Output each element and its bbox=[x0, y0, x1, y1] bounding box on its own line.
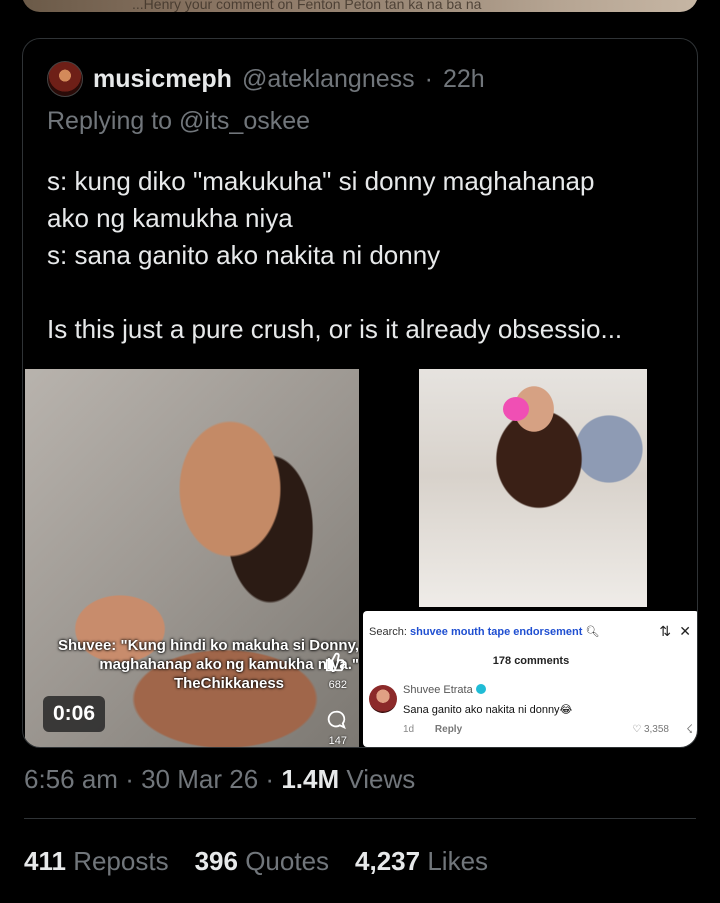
caption-line-2: maghahanap ako ng kamukha niya." bbox=[99, 656, 359, 673]
comment-reply-label: Reply bbox=[434, 724, 463, 735]
commenter-avatar bbox=[369, 685, 397, 713]
sort-icon: ⇅ bbox=[659, 623, 671, 639]
tweet-line-5: Is this just a pure crush, or is it alre… bbox=[47, 314, 623, 344]
handle[interactable]: @ateklangness bbox=[242, 65, 415, 94]
search-label: Search: bbox=[369, 626, 407, 638]
post-time: 6:56 am bbox=[24, 764, 118, 794]
video-caption: Shuvee: "Kung hindi ko makuha si Donny, … bbox=[39, 636, 359, 693]
comment-bubble-icon bbox=[327, 710, 346, 730]
video-thumbnail[interactable]: Shuvee: "Kung hindi ko makuha si Donny, … bbox=[25, 369, 359, 747]
reposts-stat[interactable]: 411 Reposts bbox=[24, 846, 169, 877]
replying-to-line: Replying to @its_oskee bbox=[47, 107, 310, 136]
post-timestamp[interactable]: 6:56 am · 30 Mar 26 · 1.4M Views bbox=[24, 764, 415, 795]
commenter-name-text: Shuvee Etrata bbox=[403, 684, 473, 696]
replying-to-mention[interactable]: @its_oskee bbox=[179, 107, 310, 135]
comment-screenshot[interactable]: Search: shuvee mouth tape endorsement 🔍︎… bbox=[363, 611, 697, 747]
quoted-tweet-card[interactable]: musicmeph @ateklangness · 22h Replying t… bbox=[22, 38, 698, 748]
views-count: 1.4M bbox=[281, 764, 340, 794]
close-icon: ✕ bbox=[679, 623, 691, 639]
likes-label: Likes bbox=[427, 846, 489, 876]
heart-icon: ♡ bbox=[632, 724, 642, 735]
views-label: Views bbox=[346, 764, 416, 794]
likes-count: 4,237 bbox=[355, 846, 421, 876]
tweet-line-3: s: sana ganito ako nakita ni donny bbox=[47, 240, 441, 270]
comment-likes: ♡ 3,358 bbox=[632, 724, 669, 735]
caption-credit: TheChikkaness bbox=[173, 675, 285, 692]
quotes-label: Quotes bbox=[245, 846, 330, 876]
photo-thumbnail[interactable] bbox=[419, 369, 647, 607]
comment-likes-count: 3,358 bbox=[643, 724, 669, 735]
reposts-count: 411 bbox=[24, 846, 66, 876]
avatar[interactable] bbox=[47, 61, 83, 97]
quotes-count: 396 bbox=[194, 846, 238, 876]
tweet-line-1: s: kung diko "makukuha" si donny maghaha… bbox=[47, 166, 595, 196]
commenter-name: Shuvee Etrata bbox=[403, 684, 486, 696]
video-comment-count: 147 bbox=[328, 735, 347, 747]
video-like-count: 682 bbox=[328, 679, 347, 691]
post-date: 30 Mar 26 bbox=[141, 764, 259, 794]
video-duration-badge: 0:06 bbox=[43, 696, 106, 732]
comment-search-bar: Search: shuvee mouth tape endorsement 🔍︎ bbox=[369, 625, 599, 638]
previous-media-text: ...Henry your comment on Fenton Peton ta… bbox=[132, 0, 482, 12]
censor-mark bbox=[503, 397, 529, 421]
replying-to-prefix: Replying to bbox=[47, 107, 173, 135]
comment-meta: 1d Reply bbox=[403, 724, 462, 735]
thumbs-down-icon: ☇ bbox=[686, 722, 693, 736]
timestamp-separator-1: · bbox=[125, 764, 134, 794]
reposts-label: Reposts bbox=[73, 846, 169, 876]
search-icon: 🔍︎ bbox=[585, 626, 600, 638]
tweet-line-2: ako ng kamukha niya bbox=[47, 203, 293, 233]
divider bbox=[24, 818, 696, 819]
verified-badge-icon bbox=[475, 684, 486, 694]
comments-count: 178 comments bbox=[492, 655, 570, 667]
comment-text: Sana ganito ako nakita ni donny😂 bbox=[403, 704, 573, 716]
thumbs-up-icon bbox=[325, 652, 345, 672]
engagement-stats: 411 Reposts 396 Quotes 4,237 Likes bbox=[24, 846, 488, 877]
display-name[interactable]: musicmeph bbox=[93, 65, 232, 94]
tweet-age: 22h bbox=[442, 64, 485, 93]
header-separator: · bbox=[424, 64, 433, 93]
quotes-stat[interactable]: 396 Quotes bbox=[195, 846, 329, 877]
tweet-text: s: kung diko "makukuha" si donny maghaha… bbox=[47, 163, 677, 348]
likes-stat[interactable]: 4,237 Likes bbox=[355, 846, 488, 877]
quoted-tweet-header: musicmeph @ateklangness · 22h bbox=[47, 61, 485, 97]
caption-line-1: Shuvee: "Kung hindi ko makuha si Donny, bbox=[57, 637, 359, 654]
search-term: shuvee mouth tape endorsement bbox=[409, 626, 583, 638]
timestamp-separator-2: · bbox=[265, 764, 275, 794]
previous-media-strip[interactable]: ...Henry your comment on Fenton Peton ta… bbox=[22, 0, 698, 12]
comment-age: 1d bbox=[403, 724, 415, 735]
